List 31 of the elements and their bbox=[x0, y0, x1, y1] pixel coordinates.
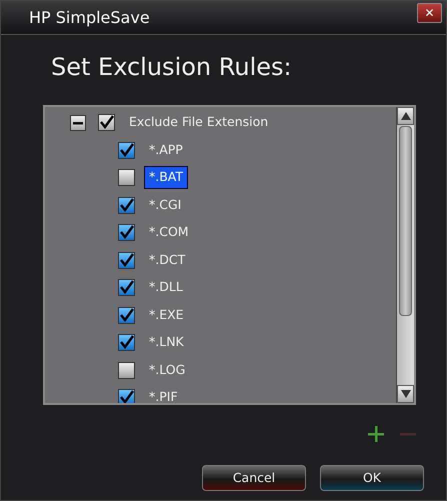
checkbox[interactable] bbox=[118, 196, 135, 214]
checkbox[interactable] bbox=[118, 279, 135, 296]
tree-item[interactable]: *.COM bbox=[144, 221, 194, 244]
tree-item[interactable]: *.DLL bbox=[144, 276, 188, 300]
tree-item[interactable]: *.APP bbox=[144, 138, 188, 162]
tree-item[interactable]: *.CGI bbox=[144, 194, 186, 217]
checkbox[interactable] bbox=[98, 114, 115, 132]
tree-item[interactable]: *.EXE bbox=[144, 304, 189, 327]
checkbox[interactable] bbox=[118, 252, 135, 269]
close-button[interactable]: ✕ bbox=[417, 2, 442, 22]
dialog-heading: Set Exclusion Rules: bbox=[51, 52, 293, 83]
checkbox[interactable] bbox=[118, 224, 135, 242]
checkbox[interactable] bbox=[118, 389, 135, 403]
cancel-button[interactable]: Cancel bbox=[202, 465, 306, 491]
checkbox[interactable] bbox=[118, 169, 135, 186]
tree-item[interactable]: *.LOG bbox=[144, 358, 190, 382]
checkbox[interactable] bbox=[118, 142, 135, 159]
scroll-up-icon[interactable] bbox=[400, 112, 410, 120]
ok-button[interactable]: OK bbox=[320, 465, 424, 491]
collapse-toggle[interactable] bbox=[70, 114, 86, 131]
scrollbar[interactable] bbox=[396, 107, 414, 403]
checkbox[interactable] bbox=[118, 334, 135, 352]
tree-item[interactable]: *.BAT bbox=[144, 166, 188, 190]
checkbox[interactable] bbox=[118, 306, 135, 324]
tree-item[interactable]: *.DCT bbox=[144, 248, 190, 272]
tree-item[interactable]: *.LNK bbox=[144, 331, 189, 354]
tree-label: Exclude File Extension bbox=[128, 113, 270, 132]
scroll-down-icon[interactable] bbox=[400, 390, 410, 398]
window-title: HP SimpleSave bbox=[29, 6, 150, 28]
checkbox[interactable] bbox=[118, 362, 135, 379]
tree-item[interactable]: *.PIF bbox=[144, 386, 183, 403]
